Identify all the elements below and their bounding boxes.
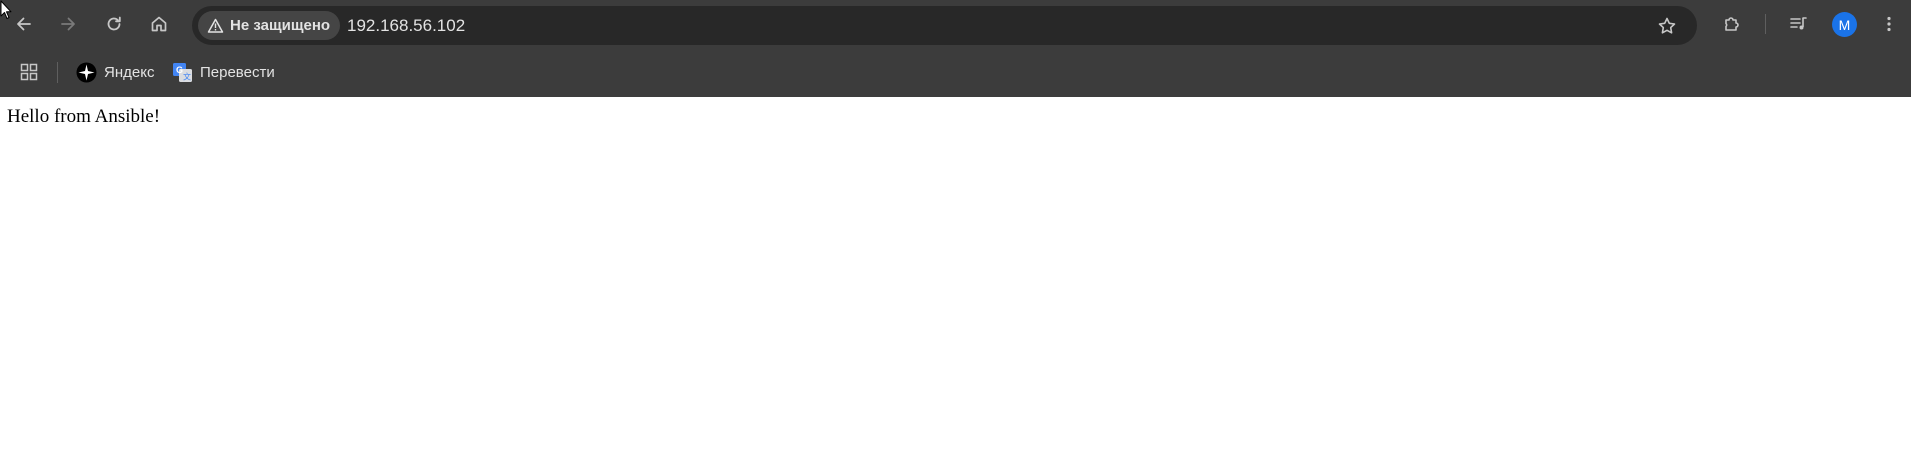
home-button[interactable] xyxy=(143,8,175,40)
profile-avatar[interactable]: M xyxy=(1832,12,1857,37)
forward-button[interactable] xyxy=(52,8,84,40)
media-queue-icon xyxy=(1790,17,1807,30)
arrow-right-icon xyxy=(61,17,75,31)
url-text[interactable]: 192.168.56.102 xyxy=(347,6,465,45)
warning-triangle-icon xyxy=(207,18,224,33)
bookmarks-bar: Яндекс G 文 Перевести xyxy=(0,48,1911,97)
puzzle-icon xyxy=(1725,17,1739,31)
address-bar[interactable]: Не защищено 192.168.56.102 xyxy=(192,6,1697,45)
reload-button[interactable] xyxy=(98,8,130,40)
browser-toolbar: Не защищено 192.168.56.102 M xyxy=(0,0,1911,48)
bookmark-yandex[interactable]: Яндекс xyxy=(70,56,160,88)
svg-text:G: G xyxy=(176,65,183,75)
apps-button[interactable] xyxy=(13,56,45,88)
google-translate-icon: G 文 xyxy=(173,62,192,82)
arrow-left-icon xyxy=(17,17,31,31)
star-outline-icon xyxy=(1658,17,1676,34)
media-controls-button[interactable] xyxy=(1783,8,1815,40)
home-icon xyxy=(151,16,167,32)
extensions-button[interactable] xyxy=(1716,8,1748,40)
kebab-menu-icon xyxy=(1887,16,1891,32)
reload-icon xyxy=(107,16,121,31)
back-button[interactable] xyxy=(8,8,40,40)
bookmark-star-button[interactable] xyxy=(1651,10,1683,42)
browser-menu-button[interactable] xyxy=(1873,8,1905,40)
security-status-chip[interactable]: Не защищено xyxy=(198,11,341,40)
bookmarks-divider xyxy=(57,62,58,83)
yandex-icon xyxy=(76,62,97,82)
page-body-text: Hello from Ansible! xyxy=(7,106,161,127)
toolbar-divider xyxy=(1765,14,1766,34)
security-status-label: Не защищено xyxy=(230,17,331,34)
mouse-cursor-icon xyxy=(0,0,12,19)
apps-grid-icon xyxy=(20,63,38,81)
bookmark-label: Яндекс xyxy=(104,63,155,81)
svg-text:文: 文 xyxy=(183,71,191,81)
bookmark-label: Перевести xyxy=(200,63,275,81)
bookmark-translate[interactable]: G 文 Перевести xyxy=(166,56,281,88)
